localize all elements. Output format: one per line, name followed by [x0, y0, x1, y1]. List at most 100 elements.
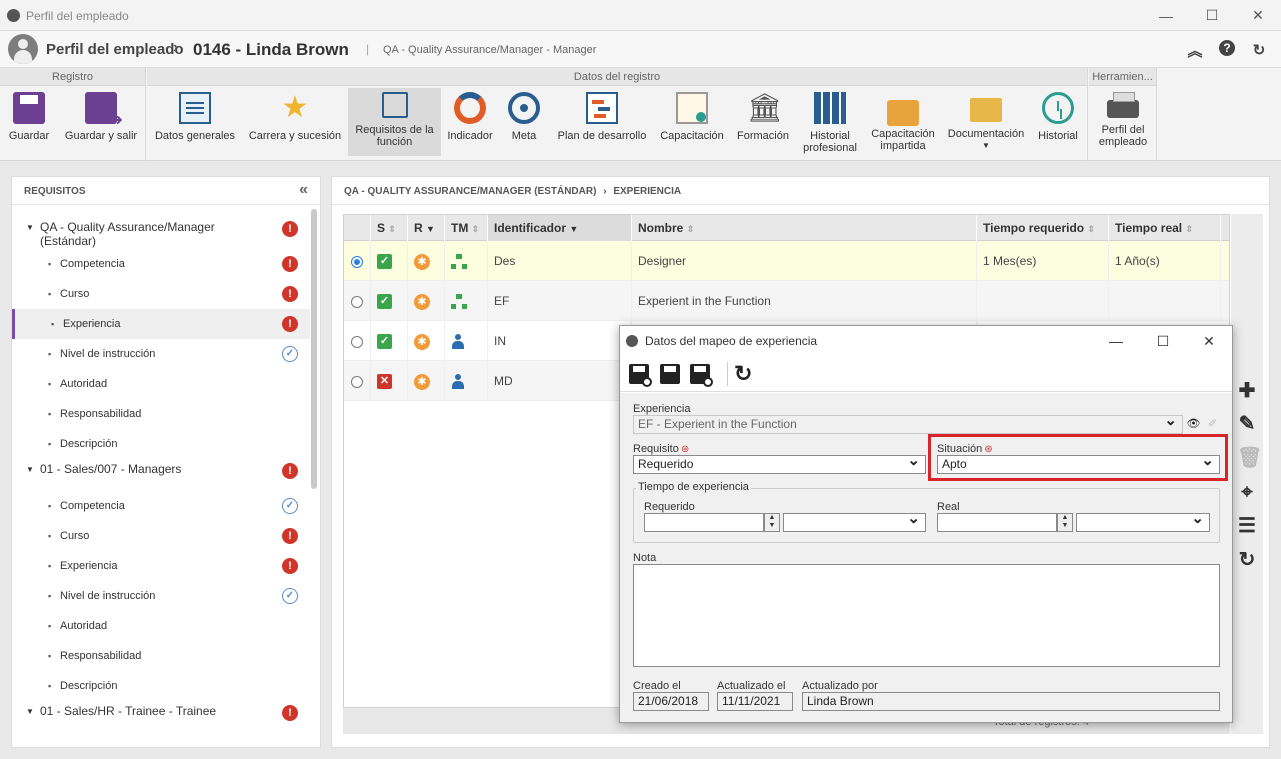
indicador-label: Indicador — [447, 130, 493, 142]
historial-button[interactable]: Historial — [1033, 88, 1083, 156]
experiencia-select[interactable]: EF - Experient in the Function — [633, 412, 1183, 434]
save-close-button[interactable] — [690, 364, 713, 387]
row-radio[interactable] — [351, 255, 363, 268]
tree-item[interactable]: Responsabilidad — [12, 399, 310, 429]
col-s[interactable]: S ⇕ — [371, 215, 408, 241]
collapse-up-icon[interactable]: ︽ — [1185, 40, 1205, 60]
cell-treal: 1 Año(s) — [1109, 241, 1221, 281]
dialog-close-button[interactable]: ✕ — [1197, 330, 1221, 352]
save-button[interactable] — [660, 364, 680, 384]
requisitos-label-2: función — [376, 136, 413, 148]
delete-trash-icon[interactable]: 🗑 — [1237, 448, 1262, 468]
carrera-button[interactable]: ★ Carrera y sucesión — [245, 88, 345, 156]
indicador-button[interactable]: Indicador — [444, 88, 496, 156]
col-identificador[interactable]: Identificador ▼ — [488, 215, 632, 241]
list-icon[interactable]: ☰ — [1237, 516, 1257, 536]
close-button[interactable]: ✕ — [1235, 0, 1281, 31]
requerido-unit-select[interactable] — [783, 510, 926, 532]
row-radio[interactable] — [351, 375, 363, 388]
refresh-icon[interactable]: ↻ — [1237, 550, 1257, 570]
tree-item[interactable]: Competencia ✓ — [12, 491, 310, 521]
requisito-select[interactable]: Requerido — [633, 452, 926, 474]
tree-item-label: Descripción — [60, 438, 118, 450]
tree-item[interactable]: Autoridad — [12, 369, 310, 399]
creado-label: Creado el — [633, 680, 681, 692]
table-row[interactable]: ✓ ✱ Des Designer 1 Mes(es) 1 Año(s) — [344, 241, 1229, 281]
row-radio[interactable] — [351, 295, 363, 308]
divider: | — [366, 42, 370, 56]
nota-label: Nota — [633, 552, 657, 564]
tree-item[interactable]: Curso! — [12, 521, 310, 551]
guardar-label: Guardar — [8, 130, 50, 142]
person-icon — [451, 373, 465, 390]
formacion-button[interactable]: 🏛 Formación — [733, 88, 793, 156]
refresh-icon[interactable]: ↻ — [734, 361, 752, 387]
collapse-left-icon[interactable]: « — [299, 181, 308, 199]
requisitos-button[interactable]: Requisitos de la función — [348, 88, 441, 156]
breadcrumb-item-requirement[interactable]: QA - QUALITY ASSURANCE/MANAGER (ESTÁNDAR… — [344, 186, 596, 197]
tree-item[interactable]: Descripción — [12, 429, 310, 459]
table-row[interactable]: ✓ ✱ EF Experient in the Function — [344, 281, 1229, 321]
col-nombre[interactable]: Nombre ⇕ — [632, 215, 977, 241]
tree-item[interactable]: Experiencia! — [12, 309, 310, 339]
nota-textarea[interactable] — [633, 564, 1220, 667]
guardar-button[interactable]: Guardar — [4, 88, 54, 156]
requerido-spinner[interactable]: ▲ ▼ — [764, 513, 780, 532]
tree-item[interactable]: Descripción — [12, 671, 310, 701]
col-tm-label: TM — [451, 221, 469, 235]
real-amount-input[interactable] — [937, 513, 1057, 532]
col-r[interactable]: R ▼ — [408, 215, 445, 241]
vertical-scrollbar[interactable] — [311, 209, 317, 489]
tree-group[interactable]: 01 - Sales/HR - Trainee - Trainee! — [12, 701, 310, 733]
tree-item[interactable]: Nivel de instrucción ✓ — [12, 339, 310, 369]
capacitacion-button[interactable]: Capacitación — [656, 88, 728, 156]
tree-item[interactable]: Competencia! — [12, 249, 310, 279]
tree-group-label: 01 - Sales/HR - Trainee - Trainee — [40, 704, 217, 718]
row-radio[interactable] — [351, 335, 363, 348]
meta-button[interactable]: Meta — [502, 88, 546, 156]
col-tm[interactable]: TM ⇕ — [445, 215, 488, 241]
dialog-minimize-button[interactable]: — — [1104, 330, 1128, 352]
capacitacion-impartida-button[interactable]: Capacitación impartida — [867, 88, 939, 156]
add-icon[interactable]: ✚ — [1237, 381, 1257, 401]
tree-item[interactable]: Responsabilidad — [12, 641, 310, 671]
refresh-icon[interactable]: ↻ — [1249, 40, 1269, 60]
historial-profesional-button[interactable]: Historial profesional — [797, 88, 863, 156]
dialog-maximize-button[interactable]: ☐ — [1151, 330, 1175, 352]
tree-item-label: Responsabilidad — [60, 408, 142, 420]
record-title: 0146 - Linda Brown — [193, 40, 349, 59]
perfil-empleado-button[interactable]: Perfil del empleado — [1093, 88, 1153, 156]
datos-generales-button[interactable]: Datos generales — [151, 88, 239, 156]
tree-group-label: QA - Quality Assurance/Manager (Estándar… — [40, 220, 215, 248]
minimize-button[interactable]: — — [1143, 0, 1189, 31]
help-icon[interactable]: ? — [1219, 40, 1235, 56]
requerido-amount-input[interactable] — [644, 513, 764, 532]
actualizado-label: Actualizado el — [717, 680, 786, 692]
col-tiempo-requerido[interactable]: Tiempo requerido ⇕ — [977, 215, 1109, 241]
tree-group[interactable]: 01 - Sales/007 - Managers! — [12, 459, 310, 491]
plan-desarrollo-button[interactable]: Plan de desarrollo — [552, 88, 652, 156]
dropdown-caret-icon: ▼ — [982, 141, 990, 150]
person-icon — [451, 333, 465, 350]
org-tree-icon — [451, 253, 467, 270]
ribbon-group-label: Herramien... — [1089, 68, 1156, 86]
tree-item[interactable]: Autoridad — [12, 611, 310, 641]
cell-treq: 1 Mes(es) — [977, 241, 1109, 281]
crosshair-icon[interactable]: ⌖ — [1237, 482, 1257, 502]
col-tiempo-real[interactable]: Tiempo real ⇕ — [1109, 215, 1221, 241]
binoculars-search-icon[interactable]: 👁 — [1185, 415, 1202, 434]
tree-item[interactable]: Nivel de instrucción ✓ — [12, 581, 310, 611]
clear-icon[interactable]: ✐ — [1204, 415, 1221, 434]
real-unit-select[interactable] — [1076, 510, 1210, 532]
save-new-button[interactable] — [629, 364, 652, 387]
tree-item[interactable]: Curso! — [12, 279, 310, 309]
ribbon-group-datos: Datos del registro Datos generales ★ Car… — [147, 68, 1088, 161]
tree-item[interactable]: Experiencia! — [12, 551, 310, 581]
real-spinner[interactable]: ▲ ▼ — [1057, 513, 1073, 532]
tree-group[interactable]: QA - Quality Assurance/Manager (Estándar… — [12, 217, 310, 249]
documentacion-button[interactable]: Documentación ▼ — [944, 88, 1028, 156]
guardar-salir-button[interactable]: Guardar y salir — [60, 88, 142, 156]
maximize-button[interactable]: ☐ — [1189, 0, 1235, 31]
requisito-label: Requisito ⊛ — [633, 443, 689, 455]
edit-pencil-icon[interactable]: ✎ — [1237, 414, 1257, 434]
